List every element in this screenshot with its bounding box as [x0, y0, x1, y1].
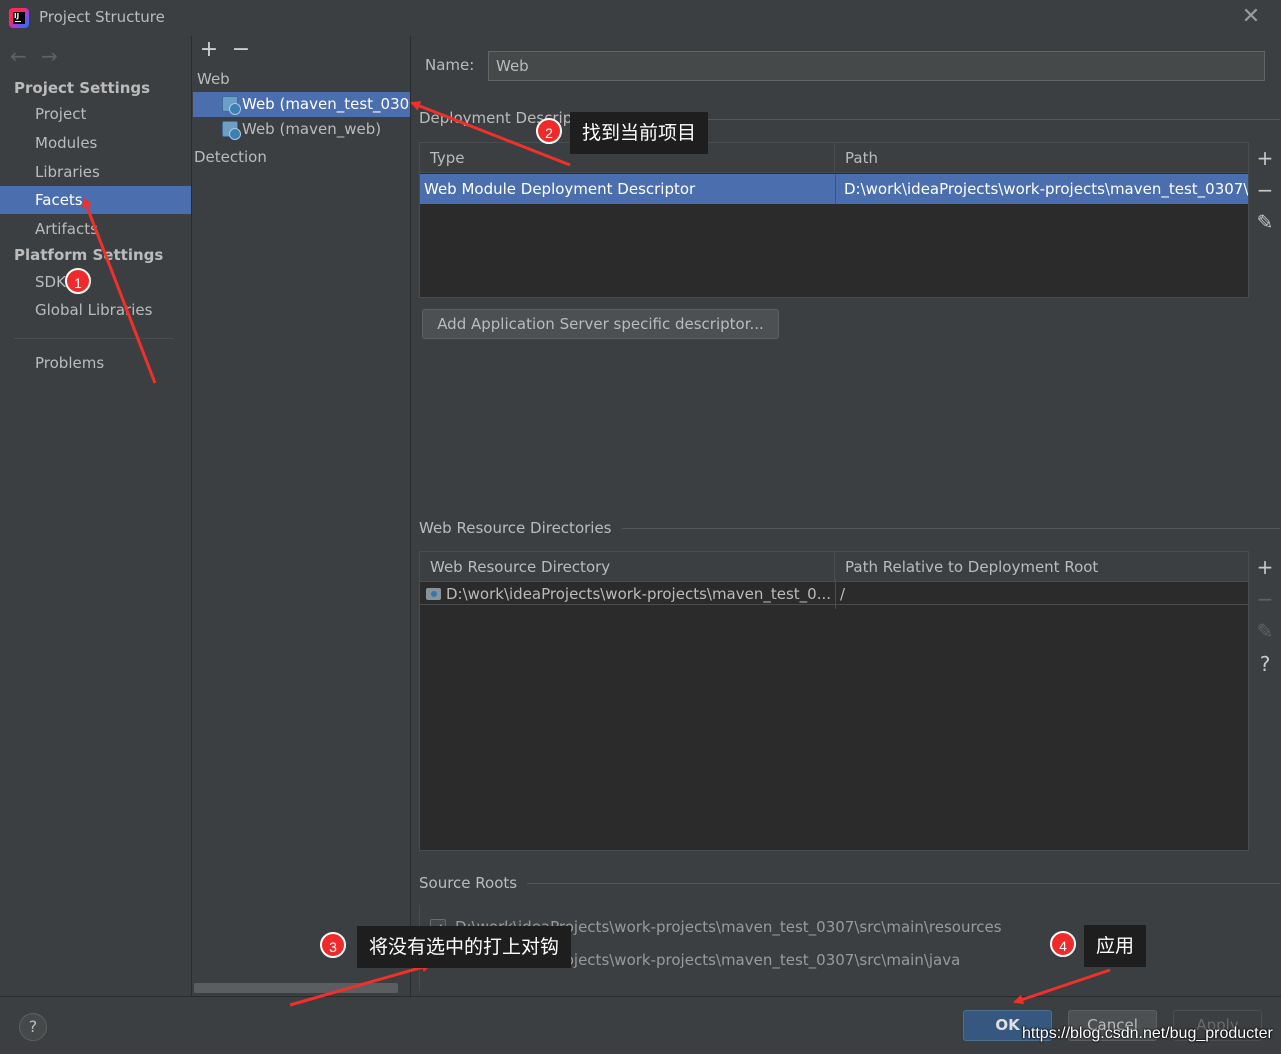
horizontal-scrollbar[interactable] — [194, 983, 398, 993]
resource-directory-cell: D:\work\ideaProjects\work-projects\maven… — [420, 579, 834, 609]
descriptor-toolbar: + − ✎ — [1249, 142, 1281, 298]
sidebar-item-modules[interactable]: Modules — [0, 129, 191, 157]
annotation-callout-3: 将没有选中的打上对钩 — [357, 926, 572, 968]
sidebar-item-problems[interactable]: Problems — [0, 349, 191, 377]
descriptor-type-cell: Web Module Deployment Descriptor — [424, 180, 696, 198]
intellij-app-icon: IJ — [9, 8, 29, 28]
sidebar-item-global-libraries[interactable]: Global Libraries — [0, 296, 191, 324]
help-button[interactable]: ? — [19, 1013, 47, 1041]
section-divider — [419, 883, 1280, 884]
settings-sidebar: ← → Project Settings Project Modules Lib… — [0, 36, 192, 996]
sidebar-item-sdks[interactable]: SDKs — [0, 268, 191, 296]
table-header: Type Path — [420, 143, 1248, 173]
add-descriptor-icon[interactable]: + — [1249, 143, 1281, 173]
name-field[interactable]: Web — [488, 51, 1265, 81]
remove-descriptor-icon[interactable]: − — [1249, 175, 1281, 205]
edit-resource-icon[interactable]: ✎ — [1249, 616, 1281, 646]
edit-descriptor-icon[interactable]: ✎ — [1249, 207, 1281, 237]
sidebar-item-libraries[interactable]: Libraries — [0, 158, 191, 186]
remove-facet-button[interactable]: − — [230, 38, 252, 62]
platform-settings-header: Platform Settings — [14, 246, 164, 264]
relative-path-cell: / — [835, 579, 1248, 609]
facet-item-label: Web (maven_test_0307) — [242, 95, 410, 113]
title-bar: IJ Project Structure ✕ — [0, 0, 1281, 36]
table-header: Web Resource Directory Path Relative to … — [420, 552, 1248, 582]
descriptor-path-cell: D:\work\ideaProjects\work-projects\maven… — [835, 174, 1248, 204]
annotation-badge-2: 2 — [536, 118, 562, 144]
table-row[interactable]: D:\work\ideaProjects\work-projects\maven… — [420, 579, 1248, 609]
web-resource-directories-title: Web Resource Directories — [419, 519, 622, 537]
remove-resource-icon[interactable]: − — [1249, 584, 1281, 614]
sidebar-item-artifacts[interactable]: Artifacts — [0, 215, 191, 243]
back-arrow-icon[interactable]: ← — [10, 44, 27, 68]
close-icon[interactable]: ✕ — [1240, 6, 1262, 28]
web-facet-icon — [222, 96, 241, 115]
facet-item-maven-web[interactable]: Web (maven_web) — [193, 117, 410, 142]
window-title: Project Structure — [39, 8, 165, 26]
forward-arrow-icon[interactable]: → — [41, 44, 58, 68]
source-roots-title: Source Roots — [419, 874, 528, 892]
add-server-descriptor-button[interactable]: Add Application Server specific descript… — [422, 309, 779, 339]
detection-item[interactable]: Detection — [193, 145, 410, 170]
sidebar-item-facets[interactable]: Facets — [0, 186, 191, 214]
annotation-callout-2: 找到当前项目 — [570, 112, 709, 154]
resource-toolbar: + − ✎ ? — [1249, 551, 1281, 851]
column-header-directory[interactable]: Web Resource Directory — [420, 552, 835, 582]
annotation-callout-4: 应用 — [1084, 925, 1147, 967]
table-row[interactable]: Web Module Deployment Descriptor D:\work… — [420, 174, 1248, 204]
sidebar-divider — [14, 338, 174, 339]
facet-group-web[interactable]: Web — [193, 67, 410, 92]
annotation-badge-3: 3 — [320, 932, 346, 958]
sidebar-item-project[interactable]: Project — [0, 100, 191, 128]
web-facet-icon — [222, 121, 241, 140]
column-header-path[interactable]: Path — [835, 143, 1248, 173]
resource-directory-path: D:\work\ideaProjects\work-projects\maven… — [446, 585, 832, 603]
name-label: Name: — [425, 56, 475, 74]
annotation-badge-1: 1 — [65, 268, 91, 294]
add-resource-icon[interactable]: + — [1249, 552, 1281, 582]
help-resource-icon[interactable]: ? — [1249, 649, 1281, 679]
project-settings-header: Project Settings — [14, 79, 151, 97]
column-header-relative-path[interactable]: Path Relative to Deployment Root — [835, 552, 1248, 582]
facets-list-panel: + − Web Web (maven_test_0307) Web (maven… — [193, 36, 411, 996]
web-folder-icon — [426, 588, 441, 600]
facet-item-maven-test-0307[interactable]: Web (maven_test_0307) — [193, 92, 410, 117]
facet-item-label: Web (maven_web) — [242, 120, 382, 138]
web-resource-directories-table: Web Resource Directory Path Relative to … — [419, 551, 1249, 851]
watermark-text: https://blog.csdn.net/bug_producter — [1022, 1025, 1273, 1042]
add-facet-button[interactable]: + — [198, 38, 220, 62]
annotation-badge-4: 4 — [1050, 931, 1076, 957]
deployment-descriptors-table: Type Path Web Module Deployment Descript… — [419, 142, 1249, 298]
